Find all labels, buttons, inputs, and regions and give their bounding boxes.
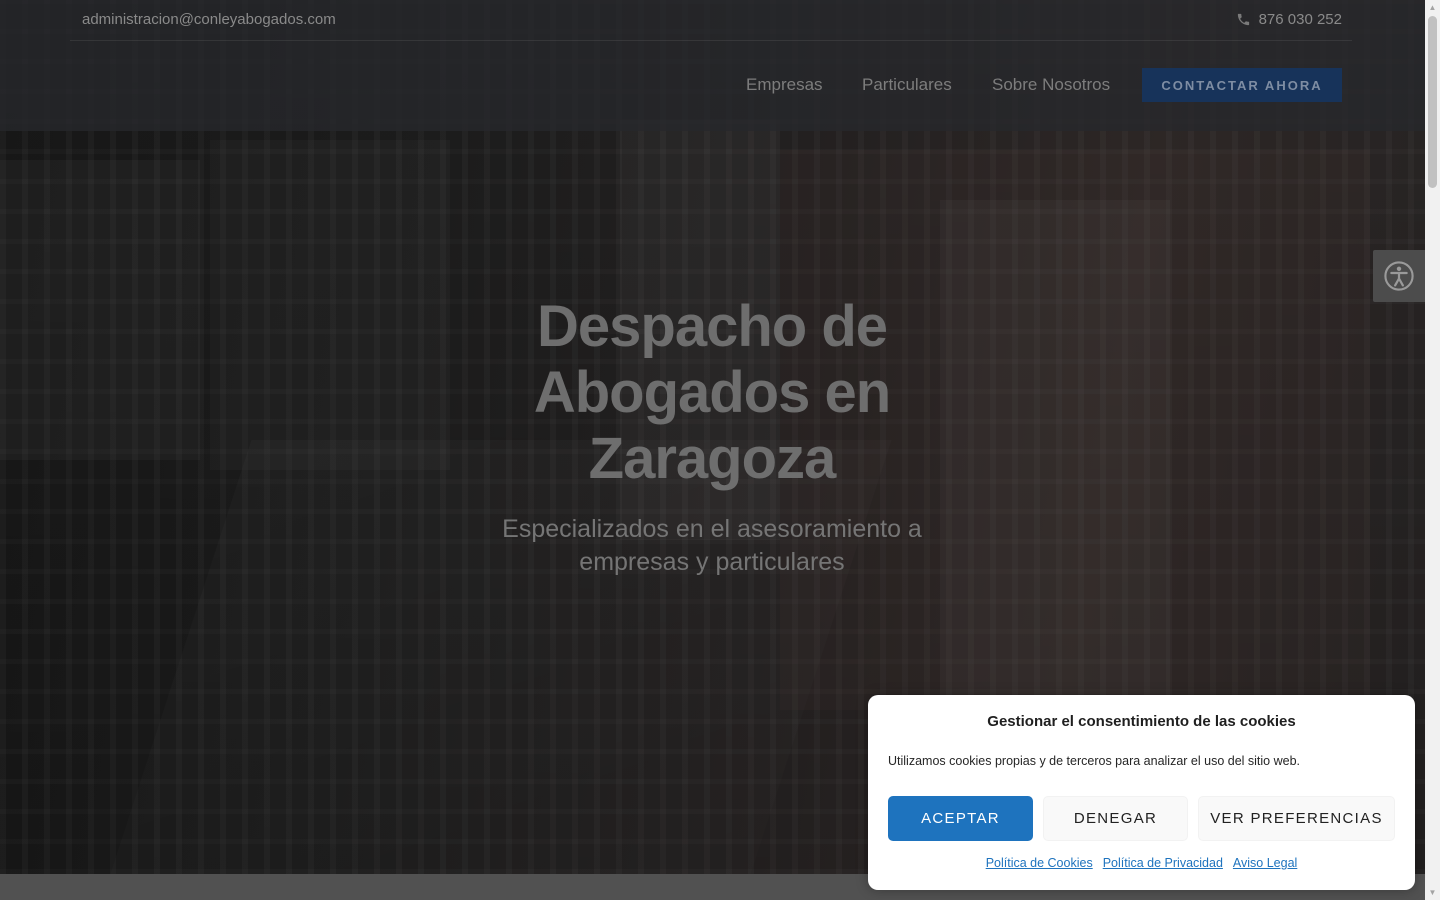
contact-now-button[interactable]: CONTACTAR AHORA: [1142, 68, 1342, 102]
scrollbar-thumb[interactable]: [1428, 16, 1437, 188]
page-scrollbar[interactable]: ▲ ▼: [1425, 0, 1440, 900]
accept-cookies-button[interactable]: ACEPTAR: [888, 796, 1033, 841]
accessibility-button[interactable]: [1373, 250, 1425, 302]
scroll-down-arrow-icon[interactable]: ▼: [1425, 885, 1440, 900]
privacy-policy-link[interactable]: Política de Privacidad: [1103, 856, 1223, 870]
phone-number: 876 030 252: [1258, 11, 1342, 28]
hero-subtitle: Especializados en el asesoramiento a emp…: [502, 515, 922, 576]
cookie-title: Gestionar el consentimiento de las cooki…: [987, 713, 1296, 730]
legal-notice-link[interactable]: Aviso Legal: [1233, 856, 1297, 870]
cookie-text: Utilizamos cookies propias y de terceros…: [888, 754, 1300, 768]
accessibility-icon: [1384, 261, 1414, 291]
cookie-links: Política de Cookies Política de Privacid…: [868, 856, 1415, 870]
phone-link[interactable]: 876 030 252: [1236, 11, 1342, 28]
nav-item-empresas[interactable]: Empresas: [746, 75, 823, 95]
top-bar: administracion@conleyabogados.com 876 03…: [70, 0, 1352, 41]
phone-icon: [1237, 13, 1249, 26]
cookie-policy-link[interactable]: Política de Cookies: [986, 856, 1093, 870]
scroll-up-arrow-icon[interactable]: ▲: [1425, 0, 1440, 15]
view-preferences-button[interactable]: VER PREFERENCIAS: [1198, 796, 1395, 841]
deny-cookies-button[interactable]: DENEGAR: [1043, 796, 1188, 841]
email-link[interactable]: administracion@conleyabogados.com: [82, 11, 336, 28]
cookie-consent-modal: Gestionar el consentimiento de las cooki…: [868, 695, 1415, 890]
nav-item-sobre-nosotros[interactable]: Sobre Nosotros: [992, 75, 1110, 95]
hero-title: Despacho de Abogados en Zaragoza: [533, 294, 891, 491]
nav-item-particulares[interactable]: Particulares: [862, 75, 952, 95]
